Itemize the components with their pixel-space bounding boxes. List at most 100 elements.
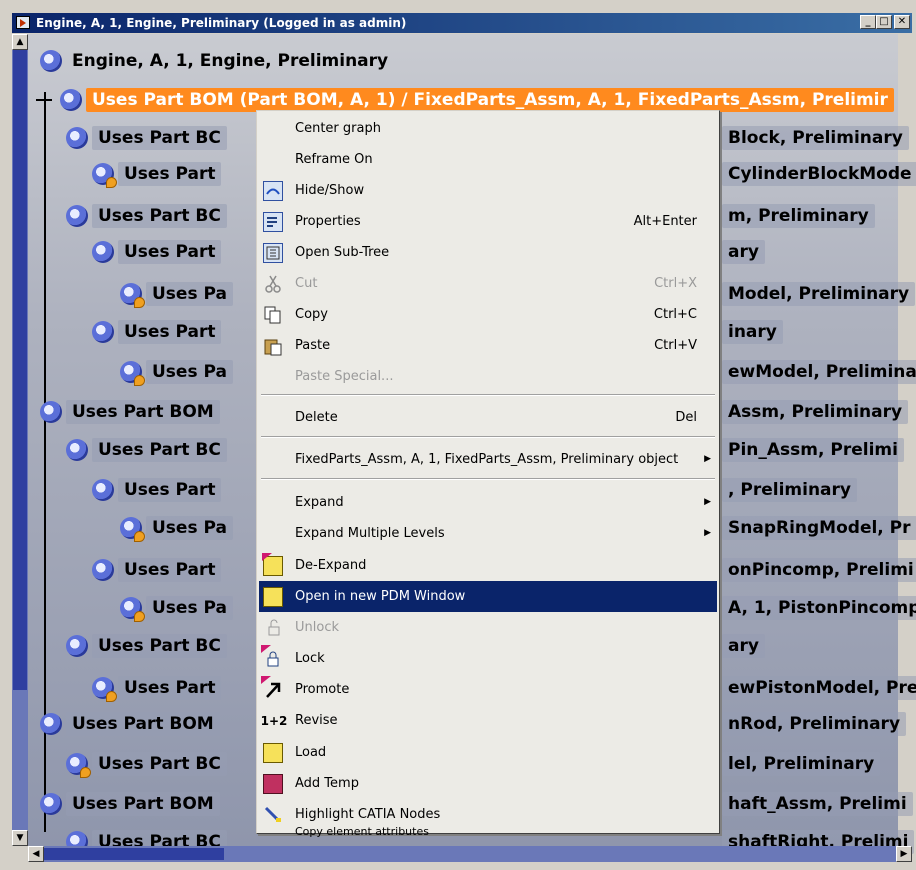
menu-item-shortcut: Ctrl+V — [654, 338, 697, 353]
tree-node-label: Engine, A, 1, Engine, Preliminary — [72, 51, 389, 71]
tree-node[interactable]: Uses Part BOM — [40, 790, 220, 818]
product-gear-icon — [66, 127, 88, 149]
scroll-thumb[interactable] — [13, 50, 27, 690]
tree-node[interactable]: Uses Pa — [120, 358, 233, 386]
product-gear-icon — [66, 439, 88, 461]
tree-node-label-tail: m, Preliminary — [722, 204, 875, 228]
tree-node[interactable]: Uses Part — [92, 476, 222, 504]
tree-node-label-tail: , Preliminary — [722, 478, 857, 502]
minimize-button[interactable]: _ — [860, 15, 876, 29]
tree-node-label-tail: Pin_Assm, Prelimi — [722, 438, 904, 462]
tree-node-tail: ewModel, Prelimina — [722, 358, 916, 386]
menu-item-add-temp[interactable]: Add Temp — [259, 768, 717, 799]
menu-item-revise[interactable]: 1+2 Revise — [259, 705, 717, 736]
product-gear-icon — [40, 793, 62, 815]
menu-item-open-in-new-pdm-window[interactable]: Open in new PDM Window — [259, 581, 717, 612]
tree-node[interactable]: Uses Part — [92, 674, 222, 702]
menu-item-label: Copy element attributes — [295, 825, 429, 838]
menu-item-paste[interactable]: Paste Ctrl+V — [259, 330, 717, 361]
highlight-icon — [263, 805, 283, 825]
menu-item-promote[interactable]: Promote — [259, 674, 717, 705]
menu-item-open-sub-tree[interactable]: Open Sub-Tree — [259, 237, 717, 268]
tree-node[interactable]: Uses Part BC — [66, 750, 227, 778]
menu-item-label: Delete — [295, 410, 338, 425]
menu-item-expand[interactable]: Expand ▶ — [259, 487, 717, 518]
menu-item-label: Open Sub-Tree — [295, 245, 390, 260]
menu-item-unlock[interactable]: Unlock — [259, 612, 717, 643]
vertical-scrollbar[interactable]: ▲ ▼ — [12, 34, 28, 846]
tree-node-label: Uses Part BOM — [66, 792, 220, 816]
menu-item-object-submenu[interactable]: FixedParts_Assm, A, 1, FixedParts_Assm, … — [259, 444, 717, 475]
tree-node[interactable]: Uses Part BC — [66, 632, 227, 660]
subtree-icon — [263, 243, 283, 263]
menu-item-label: Center graph — [295, 121, 381, 136]
title-bar[interactable]: Engine, A, 1, Engine, Preliminary (Logge… — [12, 13, 912, 33]
tree-node-tail: A, 1, PistonPincomp — [722, 594, 916, 622]
tree-node-label: Uses Part BC — [92, 204, 227, 228]
menu-item-label: FixedParts_Assm, A, 1, FixedParts_Assm, … — [295, 452, 679, 467]
tree-node-tail: Pin_Assm, Prelimi — [722, 436, 904, 464]
product-gear-icon — [92, 321, 114, 343]
menu-item-properties[interactable]: Properties Alt+Enter — [259, 206, 717, 237]
menu-item-cut[interactable]: Cut Ctrl+X — [259, 268, 717, 299]
tree-node-tail: ary — [722, 632, 765, 660]
menu-item-delete[interactable]: Delete Del — [259, 402, 717, 433]
menu-item-load[interactable]: Load — [259, 737, 717, 768]
promote-arrow-icon — [261, 676, 283, 700]
tree-node-label-tail: A, 1, PistonPincomp — [722, 596, 916, 620]
menu-item-de-expand[interactable]: De-Expand — [259, 550, 717, 581]
tree-node[interactable]: Uses Part BOM — [40, 710, 220, 738]
menu-item-label: Properties — [295, 214, 361, 229]
product-gear-icon — [92, 241, 114, 263]
tree-node-label-tail: onPincomp, Prelimi — [722, 558, 916, 582]
tree-node[interactable]: Uses Part — [92, 238, 222, 266]
tree-node[interactable]: Uses Part — [92, 318, 222, 346]
scroll-down-arrow-icon[interactable]: ▼ — [12, 830, 28, 846]
menu-separator — [261, 478, 715, 480]
tree-node-label: Uses Pa — [146, 282, 233, 306]
tree-node-label-tail: haft_Assm, Prelimi — [722, 792, 913, 816]
tree-node[interactable]: Uses Part BC — [66, 202, 227, 230]
de-expand-icon — [262, 553, 283, 576]
part-gear-icon — [120, 517, 145, 542]
menu-item-label: Copy — [295, 307, 328, 322]
menu-item-expand-multiple-levels[interactable]: Expand Multiple Levels ▶ — [259, 518, 717, 549]
tree-node-label-tail: ewModel, Prelimina — [722, 360, 916, 384]
submenu-arrow-icon: ▶ — [704, 454, 711, 464]
menu-item-lock[interactable]: Lock — [259, 643, 717, 674]
product-gear-icon — [40, 713, 62, 735]
scroll-right-arrow-icon[interactable]: ▶ — [896, 846, 912, 862]
menu-item-label: Cut — [295, 276, 318, 291]
menu-item-copy-element-attributes[interactable]: Copy element attributes — [259, 825, 717, 838]
horizontal-scrollbar[interactable]: ◀ ▶ — [28, 846, 912, 862]
menu-item-reframe-on[interactable]: Reframe On — [259, 144, 717, 175]
tree-node[interactable]: Uses Part BOM — [40, 398, 220, 426]
menu-item-center-graph[interactable]: Center graph — [259, 113, 717, 144]
scroll-up-arrow-icon[interactable]: ▲ — [12, 34, 28, 50]
tree-node[interactable]: Uses Part BC — [66, 436, 227, 464]
tree-node[interactable]: Uses Part — [92, 160, 222, 188]
tree-node[interactable]: Uses Pa — [120, 280, 233, 308]
tree-node[interactable]: Uses Part BC — [66, 124, 227, 152]
tree-node-root[interactable]: Engine, A, 1, Engine, Preliminary — [40, 47, 394, 75]
close-button[interactable]: ✕ — [894, 15, 910, 29]
scroll-thumb[interactable] — [44, 848, 224, 860]
menu-item-copy[interactable]: Copy Ctrl+C — [259, 299, 717, 330]
menu-item-hide-show[interactable]: Hide/Show — [259, 175, 717, 206]
tree-node-label: Uses Part BOM — [66, 400, 220, 424]
menu-item-label: Load — [295, 745, 327, 760]
window-controls: _ □ ✕ — [860, 15, 910, 31]
tree-node-tail: ewPistonModel, Pre — [722, 674, 916, 702]
copy-attributes-icon — [263, 827, 283, 837]
tree-node-tail: Block, Preliminary — [722, 124, 909, 152]
scroll-left-arrow-icon[interactable]: ◀ — [28, 846, 44, 862]
tree-node[interactable]: Uses Pa — [120, 594, 233, 622]
tree-node-label: Uses Part BOM — [66, 712, 220, 736]
maximize-button[interactable]: □ — [876, 15, 892, 29]
tree-node[interactable]: Uses Part — [92, 556, 222, 584]
tree-node[interactable]: Uses Pa — [120, 514, 233, 542]
part-gear-icon — [92, 677, 117, 702]
menu-item-paste-special[interactable]: Paste Special... — [259, 361, 717, 392]
menu-item-label: Reframe On — [295, 152, 373, 167]
tree-node-tail: m, Preliminary — [722, 202, 875, 230]
